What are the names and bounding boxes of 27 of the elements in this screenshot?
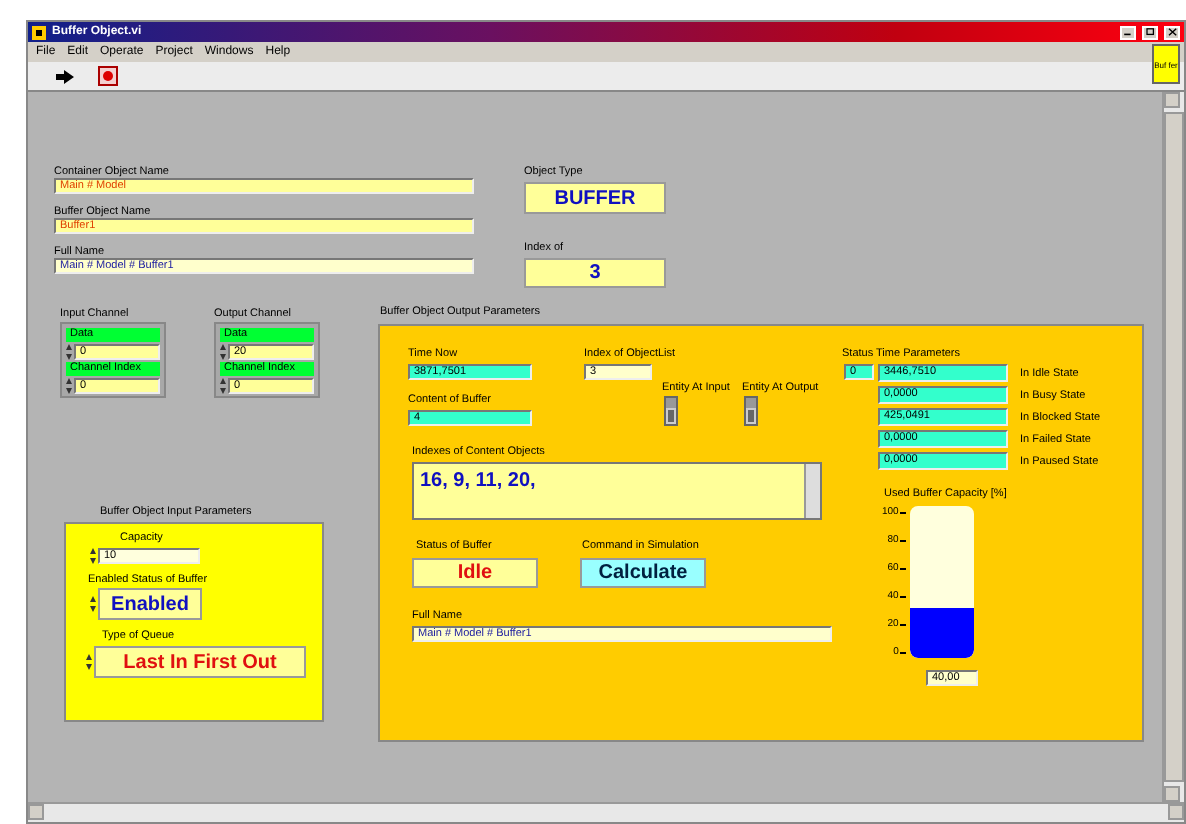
horizontal-scrollbar[interactable] (28, 802, 1184, 822)
indexes-text-area: 16, 9, 11, 20, (412, 462, 822, 520)
maximize-icon (1145, 28, 1155, 36)
spinner-arrows-icon[interactable] (90, 596, 96, 612)
enabled-status-display[interactable]: Enabled (98, 588, 202, 620)
queue-type-display[interactable]: Last In First Out (94, 646, 306, 678)
maximize-button[interactable] (1142, 25, 1158, 39)
close-icon (1167, 28, 1177, 36)
app-icon (32, 25, 46, 39)
close-button[interactable] (1164, 25, 1180, 39)
command-display: Calculate (580, 558, 706, 588)
minimize-icon (1123, 28, 1133, 36)
spinner-arrows-icon[interactable] (90, 548, 96, 564)
stop-sign-icon[interactable] (98, 66, 118, 86)
slide-switch[interactable] (664, 396, 678, 426)
vertical-scrollbar[interactable] (1162, 92, 1184, 802)
index-display: 3 (524, 258, 666, 288)
buffer-status-display: Idle (412, 558, 538, 588)
run-arrow-icon[interactable] (56, 69, 74, 83)
spinner-arrows-icon[interactable] (220, 378, 226, 394)
spinner-arrows-icon[interactable] (86, 654, 92, 670)
spinner-arrows-icon[interactable] (220, 344, 226, 360)
slide-switch[interactable] (744, 396, 758, 426)
minimize-button[interactable] (1120, 25, 1136, 39)
spinner-arrows-icon[interactable] (66, 378, 72, 394)
spinner-arrows-icon[interactable] (66, 344, 72, 360)
object-type-display: BUFFER (524, 182, 666, 214)
